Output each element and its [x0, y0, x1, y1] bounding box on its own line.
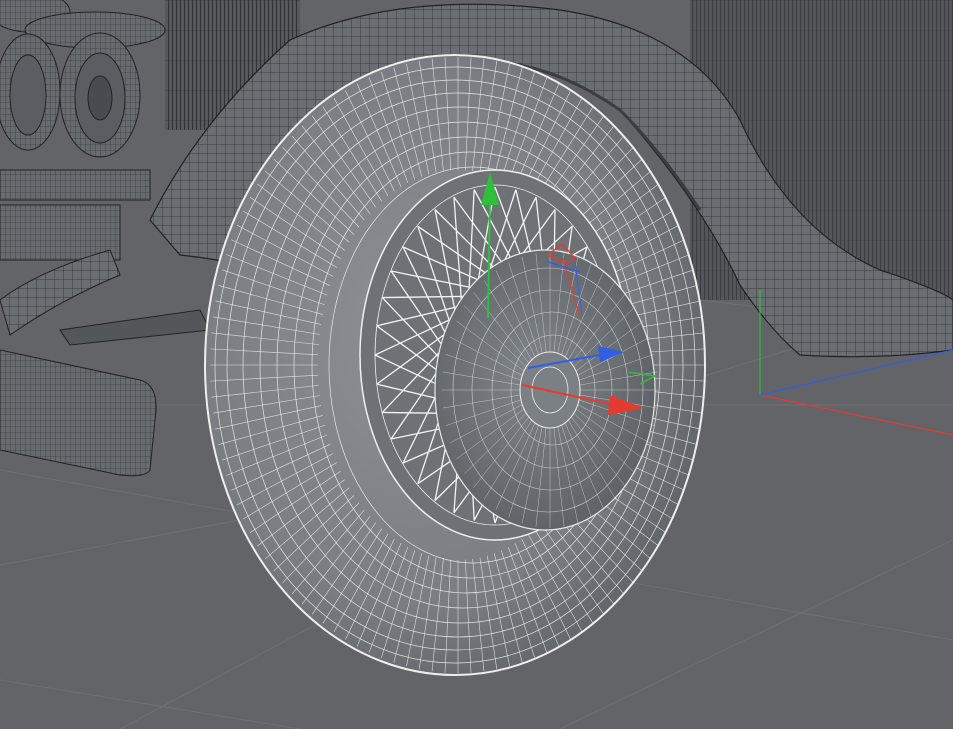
wheel[interactable] — [204, 54, 706, 676]
viewport-canvas[interactable] — [0, 0, 953, 729]
3d-viewport[interactable] — [0, 0, 953, 729]
